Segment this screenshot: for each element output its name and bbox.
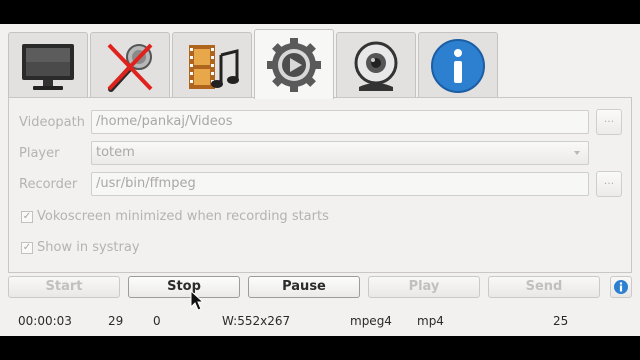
- about-button[interactable]: [610, 276, 632, 298]
- player-value: totem: [96, 145, 135, 160]
- monitor-icon: [22, 43, 74, 90]
- status-dropped: 0: [153, 314, 161, 328]
- check-icon: ✓: [21, 210, 33, 223]
- videopath-field[interactable]: /home/pankaj/Videos: [91, 110, 589, 134]
- microphone-muted-icon: [107, 43, 153, 92]
- status-codec: mpeg4: [350, 314, 392, 328]
- videopath-label: Videopath: [19, 115, 85, 130]
- status-time: 00:00:03: [18, 314, 72, 328]
- videopath-browse-button[interactable]: ...: [596, 109, 622, 135]
- gear-play-icon: [267, 37, 321, 92]
- info-icon: [614, 280, 628, 294]
- minimized-label: Vokoscreen minimized when recording star…: [37, 209, 329, 224]
- check-icon: ✓: [21, 241, 33, 254]
- status-frames: 29: [108, 314, 124, 328]
- settings-panel: Videopath /home/pankaj/Videos ... Player…: [8, 97, 632, 273]
- webcam-icon: [354, 41, 398, 91]
- systray-checkbox[interactable]: ✓ Show in systray: [21, 240, 140, 255]
- pause-button[interactable]: Pause: [248, 276, 360, 298]
- recorder-label: Recorder: [19, 177, 78, 192]
- status-format: mp4: [417, 314, 444, 328]
- tab-info[interactable]: [418, 32, 498, 98]
- tab-screen[interactable]: [8, 32, 88, 98]
- recorder-browse-button[interactable]: ...: [596, 171, 622, 197]
- start-button[interactable]: Start: [8, 276, 120, 298]
- stop-button[interactable]: Stop: [128, 276, 240, 298]
- send-button[interactable]: Send: [488, 276, 600, 298]
- info-icon: [431, 38, 485, 93]
- tab-audio[interactable]: [90, 32, 170, 98]
- film-music-icon: [189, 44, 239, 89]
- recorder-field[interactable]: /usr/bin/ffmpeg: [91, 172, 589, 196]
- systray-label: Show in systray: [37, 240, 140, 255]
- tab-webcam[interactable]: [336, 32, 416, 98]
- tab-settings[interactable]: [254, 29, 334, 99]
- status-fps: 25: [553, 314, 569, 328]
- minimized-checkbox[interactable]: ✓ Vokoscreen minimized when recording st…: [21, 209, 329, 224]
- play-button[interactable]: Play: [368, 276, 480, 298]
- mouse-cursor-icon: [190, 290, 204, 311]
- status-size: W:552x267: [222, 314, 291, 328]
- chevron-down-icon: [574, 151, 580, 155]
- player-select[interactable]: totem: [91, 141, 589, 165]
- player-label: Player: [19, 146, 60, 161]
- vokoscreen-window: Videopath /home/pankaj/Videos ... Player…: [0, 24, 640, 336]
- tab-video[interactable]: [172, 32, 252, 98]
